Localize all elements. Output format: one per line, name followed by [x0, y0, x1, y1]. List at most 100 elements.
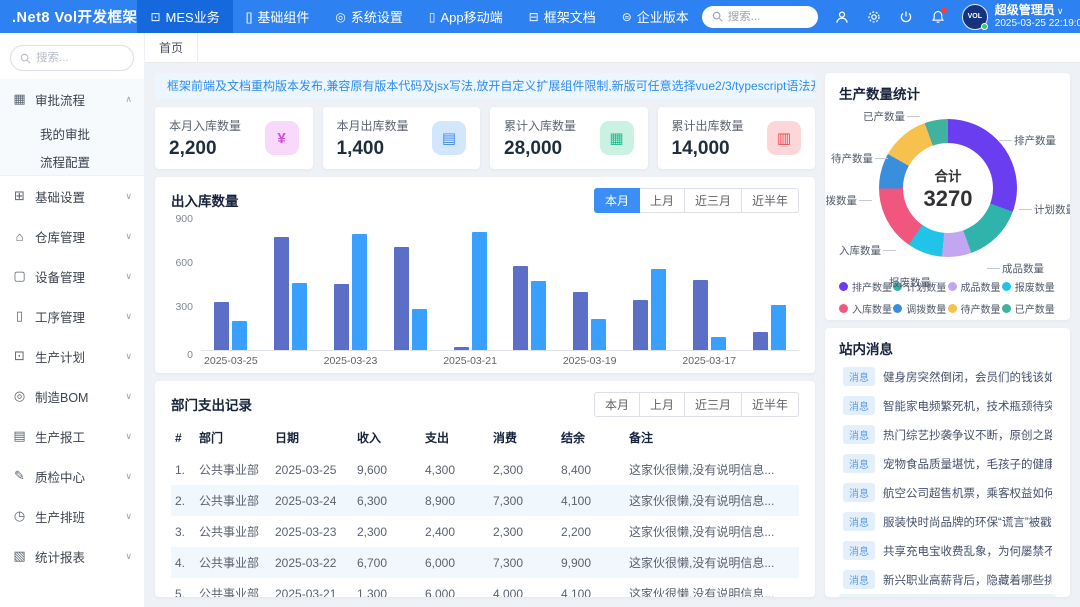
top-menu-item-框架文档[interactable]: ⊟框架文档	[516, 0, 609, 33]
table-tab-近半年[interactable]: 近半年	[742, 392, 799, 417]
top-menu-item-系统设置[interactable]: ◎系统设置	[322, 0, 416, 33]
sidebar-item-基础设置[interactable]: ⊞基础设置∨	[0, 176, 144, 216]
legend-label: 成品数量	[961, 279, 1001, 294]
chevron-down-icon: ∨	[125, 231, 132, 242]
top-menu-item-企业版本[interactable]: ⊜ 企业版本	[609, 0, 702, 33]
message-item[interactable]: 消息服装快时尚品牌的环保“谎言”被戳破？	[839, 507, 1056, 536]
table-cell: 6,300	[353, 485, 421, 516]
purse-icon: ¥	[265, 121, 299, 155]
navbar-search-input[interactable]	[728, 11, 808, 23]
sidebar-item-工序管理[interactable]: ▯工序管理∨	[0, 296, 144, 336]
bar-出库数量	[771, 305, 786, 350]
sidebar-search[interactable]	[10, 45, 134, 71]
phone-icon: ▯	[429, 10, 436, 24]
legend-item-报废数量[interactable]: 报废数量	[1002, 279, 1056, 294]
message-item[interactable]: 消息共享充电宝收费乱象，为何屡禁不止？	[839, 536, 1056, 565]
table-tab-近三月[interactable]: 近三月	[685, 392, 742, 417]
sidebar-item-生产报工[interactable]: ▤生产报工∨	[0, 416, 144, 456]
stat-cards-row: 本月入库数量2,200¥本月出库数量1,400▤累计入库数量28,000▦累计出…	[155, 107, 815, 169]
table-cell: 4,100	[557, 578, 625, 597]
sidebar-item-仓库管理[interactable]: ⌂仓库管理∨	[0, 216, 144, 256]
table-header-row: #部门日期收入支出消费结余备注	[171, 421, 799, 454]
bar-group	[274, 237, 307, 350]
sidebar-item-统计报表[interactable]: ▧统计报表∨	[0, 536, 144, 576]
legend-dot	[893, 304, 902, 313]
legend-item-待产数量[interactable]: 待产数量	[948, 301, 1002, 316]
top-menu-label: 企业版本	[637, 7, 689, 26]
column-header: 支出	[421, 421, 489, 454]
bar-group	[573, 292, 606, 350]
chevron-down-icon: ∨	[125, 311, 132, 322]
sidebar-item-生产排班[interactable]: ◷生产排班∨	[0, 496, 144, 536]
message-item[interactable]: 消息智能家电频繁死机，技术瓶颈待突破？	[839, 391, 1056, 420]
user-icon[interactable]	[834, 9, 850, 25]
version-icon: ⊜	[622, 10, 632, 24]
online-status-dot	[981, 23, 988, 30]
tab-home[interactable]: 首页	[145, 33, 198, 62]
sidebar-item-审批流程[interactable]: ▦审批流程∧	[0, 79, 144, 119]
chart-tab-近半年[interactable]: 近半年	[742, 188, 799, 213]
table-cell: 2,300	[489, 454, 557, 485]
message-item[interactable]: 消息宠物食品质量堪忧，毛孩子的健康谁守护？	[839, 449, 1056, 478]
legend-item-已产数量[interactable]: 已产数量	[1002, 301, 1056, 316]
legend-item-成品数量[interactable]: 成品数量	[948, 279, 1002, 294]
sidebar-item-label: 制造BOM	[35, 387, 117, 406]
sidebar-subitem-流程配置[interactable]: 流程配置	[0, 147, 144, 175]
notification-dot	[941, 7, 947, 13]
chart-tab-本月[interactable]: 本月	[594, 188, 640, 213]
x-tick: 2025-03-25	[201, 351, 261, 367]
stat-value: 1,400	[337, 138, 409, 160]
bar-出库数量	[412, 309, 427, 350]
message-item[interactable]: 消息热门综艺抄袭争议不断，原创之路在何方？	[839, 420, 1056, 449]
monitor-icon: ⊡	[150, 10, 160, 24]
leader-line	[999, 140, 1012, 141]
legend-item-调拨数量[interactable]: 调拨数量	[893, 301, 947, 316]
message-text: 热门综艺抄袭争议不断，原创之路在何方？	[883, 427, 1052, 443]
wallet-icon: ▤	[432, 121, 466, 155]
top-menu-item-App移动端[interactable]: ▯App移动端	[416, 0, 516, 33]
bell-icon[interactable]	[930, 9, 946, 25]
sidebar-item-label: 审批流程	[35, 90, 117, 109]
table-cell: 6,000	[421, 547, 489, 578]
page-tabbar: 首页	[145, 33, 1080, 63]
table-cell: 4,100	[557, 485, 625, 516]
table-tab-上月[interactable]: 上月	[640, 392, 685, 417]
message-item[interactable]: 消息酒店卫生乱象又现，出门住宿该如何选？	[839, 594, 1056, 597]
donut-label-待产数量: 待产数量	[831, 151, 888, 166]
table-cell: 这家伙很懒,没有说明信息...	[625, 485, 799, 516]
content-area: 框架前端及文档重构版本发布,兼容原有版本代码及jsx写法,放开自定义扩展组件限制…	[145, 63, 1080, 607]
sidebar-item-制造BOM[interactable]: ◎制造BOM∨	[0, 376, 144, 416]
message-item[interactable]: 消息航空公司超售机票，乘客权益如何保障？	[839, 478, 1056, 507]
x-tick: 2025-03-21	[440, 351, 500, 367]
donut-label-计划数量: 计划数量	[1019, 202, 1070, 217]
leader-line	[883, 250, 896, 251]
donut-chart: 合计 3270 排产数量计划数量成品数量报废数量入库数量调拨数量待产数量已产数量	[839, 105, 1056, 273]
message-text: 共享充电宝收费乱象，为何屡禁不止？	[883, 543, 1052, 559]
sidebar-search-input[interactable]	[36, 52, 122, 64]
sidebar-item-设备管理[interactable]: ▢设备管理∨	[0, 256, 144, 296]
table-cell: 2025-03-25	[271, 454, 353, 485]
legend-item-入库数量[interactable]: 入库数量	[839, 301, 893, 316]
navbar-search[interactable]	[702, 6, 818, 28]
top-menu-item-基础组件[interactable]: []基础组件	[233, 0, 323, 33]
message-text: 服装快时尚品牌的环保“谎言”被戳破？	[883, 514, 1052, 530]
settings-gear-icon[interactable]	[866, 9, 882, 25]
sidebar-item-质检中心[interactable]: ✎质检中心∨	[0, 456, 144, 496]
power-icon[interactable]	[898, 9, 914, 25]
table-tab-本月[interactable]: 本月	[594, 392, 640, 417]
message-item[interactable]: 消息健身房突然倒闭，会员们的钱该如何追回？	[839, 362, 1056, 391]
chart-tab-上月[interactable]: 上月	[640, 188, 685, 213]
legend-item-排产数量[interactable]: 排产数量	[839, 279, 893, 294]
bar-出库数量	[352, 234, 367, 350]
user-menu[interactable]: VOL 超级管理员∨ 2025-03-25 22:19:08	[962, 4, 1080, 30]
user-name: 超级管理员∨	[995, 4, 1080, 18]
message-item[interactable]: 消息新兴职业高薪背后，隐藏着哪些挑战？	[839, 565, 1056, 594]
sidebar-subitem-我的审批[interactable]: 我的审批	[0, 119, 144, 147]
chart-tab-近三月[interactable]: 近三月	[685, 188, 742, 213]
sidebar-item-生产计划[interactable]: ⊡生产计划∨	[0, 336, 144, 376]
table-title: 部门支出记录	[171, 394, 252, 414]
top-menu-item-MES业务[interactable]: ⊡MES业务	[137, 0, 232, 33]
top-navbar: .Net8 Vol开发框架 ⊡MES业务[]基础组件◎系统设置▯App移动端⊟框…	[0, 0, 1080, 33]
table-cell: 3.	[171, 516, 195, 547]
warehouse-icon: ⌂	[12, 229, 27, 244]
